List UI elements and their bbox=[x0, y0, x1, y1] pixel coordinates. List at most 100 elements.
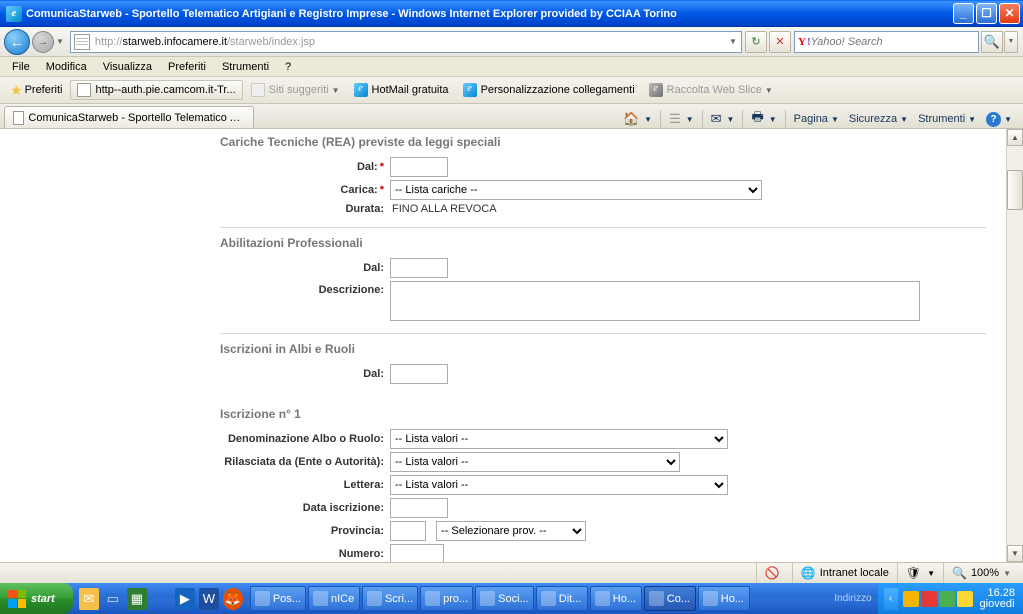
textarea-descrizione[interactable] bbox=[390, 281, 920, 321]
taskbar-task[interactable]: Co... bbox=[644, 586, 696, 611]
label-denominazione: Denominazione Albo o Ruolo: bbox=[220, 433, 390, 445]
input-provincia-code[interactable] bbox=[390, 521, 426, 541]
help-button[interactable]: ?▼ bbox=[981, 110, 1017, 129]
nav-bar: ← → ▼ http://starweb.infocamere.it/starw… bbox=[0, 27, 1023, 57]
status-zoom[interactable]: 🔍 100% ▼ bbox=[943, 563, 1019, 583]
close-button[interactable]: ✕ bbox=[999, 3, 1020, 24]
scroll-track[interactable] bbox=[1007, 146, 1023, 545]
home-button[interactable]: 🏠▼ bbox=[618, 109, 657, 129]
taskbar-task[interactable]: Scri... bbox=[362, 586, 418, 611]
input-dal-2[interactable] bbox=[390, 258, 448, 278]
tray-volume-icon[interactable] bbox=[957, 591, 973, 607]
scroll-up-button[interactable]: ▲ bbox=[1007, 129, 1023, 146]
search-input[interactable] bbox=[811, 33, 978, 51]
link-auth-label: http--auth.pie.camcom.it-Tr... bbox=[95, 84, 235, 96]
select-rilasciata[interactable]: -- Lista valori -- bbox=[390, 452, 680, 472]
select-lettera[interactable]: -- Lista valori -- bbox=[390, 475, 728, 495]
nav-history-dropdown[interactable]: ▼ bbox=[56, 37, 64, 46]
menu-modifica[interactable]: Modifica bbox=[38, 59, 95, 75]
tray-icon[interactable] bbox=[939, 591, 955, 607]
ql-media[interactable]: ▶ bbox=[175, 588, 195, 610]
tray-icon[interactable] bbox=[921, 591, 937, 607]
vertical-scrollbar[interactable]: ▲ ▼ bbox=[1006, 129, 1023, 562]
menu-strumenti[interactable]: Strumenti bbox=[214, 59, 277, 75]
chevron-down-icon: ▼ bbox=[332, 86, 340, 95]
sicurezza-menu[interactable]: Sicurezza▼ bbox=[844, 111, 913, 127]
divider bbox=[220, 227, 986, 228]
task-icon bbox=[703, 591, 718, 606]
forward-button[interactable]: → bbox=[32, 31, 54, 53]
section-iscrizione-1: Iscrizione n° 1 bbox=[220, 407, 986, 421]
content-area: Cariche Tecniche (REA) previste da leggi… bbox=[0, 129, 1023, 562]
label-carica: Carica:* bbox=[220, 184, 390, 196]
scroll-down-button[interactable]: ▼ bbox=[1007, 545, 1023, 562]
link-siti-suggeriti[interactable]: Siti suggeriti ▼ bbox=[245, 81, 346, 99]
status-zone-label: Intranet locale bbox=[820, 567, 889, 579]
input-dal-3[interactable] bbox=[390, 364, 448, 384]
ql-firefox[interactable]: 🦊 bbox=[223, 588, 243, 610]
minimize-button[interactable]: _ bbox=[953, 3, 974, 24]
strumenti-menu[interactable]: Strumenti▼ bbox=[913, 111, 981, 127]
ql-outlook[interactable]: ✉ bbox=[79, 588, 99, 610]
search-bar[interactable]: Y! bbox=[794, 31, 979, 53]
link-raccolta[interactable]: Raccolta Web Slice ▼ bbox=[643, 81, 779, 99]
menu-preferiti[interactable]: Preferiti bbox=[160, 59, 214, 75]
tab-active[interactable]: ComunicaStarweb - Sportello Telematico A… bbox=[4, 106, 254, 128]
select-carica[interactable]: -- Lista cariche -- bbox=[390, 180, 762, 200]
input-dal[interactable] bbox=[390, 157, 448, 177]
ql-excel[interactable]: ▦ bbox=[127, 588, 147, 610]
label-dal-3: Dal: bbox=[220, 368, 390, 380]
status-popup-blocked[interactable]: 🚫 bbox=[756, 563, 792, 583]
taskbar-task[interactable]: Ho... bbox=[590, 586, 642, 611]
menu-help[interactable]: ? bbox=[277, 59, 299, 75]
taskbar-task[interactable]: pro... bbox=[420, 586, 473, 611]
back-button[interactable]: ← bbox=[4, 29, 30, 55]
window-titlebar: ComunicaStarweb - Sportello Telematico A… bbox=[0, 0, 1023, 27]
show-hidden-icons[interactable]: ‹ bbox=[884, 588, 898, 610]
favorites-button[interactable]: ★ Preferiti bbox=[4, 80, 68, 101]
label-dal: Dal:* bbox=[220, 161, 390, 173]
search-button[interactable]: 🔍 bbox=[981, 31, 1003, 53]
select-denominazione[interactable]: -- Lista valori -- bbox=[390, 429, 728, 449]
window-title: ComunicaStarweb - Sportello Telematico A… bbox=[26, 8, 677, 20]
link-personalizzazione[interactable]: Personalizzazione collegamenti bbox=[457, 81, 641, 99]
ql-word[interactable]: W bbox=[199, 588, 219, 610]
start-button[interactable]: start bbox=[0, 583, 73, 614]
taskbar: start ✉ ▭ ▦ ▶ W 🦊 Pos...nICeScri... pro..… bbox=[0, 583, 1023, 614]
url-text[interactable]: http://starweb.infocamere.it/starweb/ind… bbox=[93, 36, 725, 48]
taskbar-task[interactable]: Soci... bbox=[475, 586, 534, 611]
refresh-button[interactable]: ↻ bbox=[745, 31, 767, 53]
ie-icon bbox=[6, 6, 22, 22]
taskbar-task[interactable]: Dit... bbox=[536, 586, 588, 611]
stop-button[interactable]: ✕ bbox=[769, 31, 791, 53]
menu-visualizza[interactable]: Visualizza bbox=[95, 59, 160, 75]
address-bar[interactable]: http://starweb.infocamere.it/starweb/ind… bbox=[70, 31, 742, 53]
maximize-button[interactable]: ☐ bbox=[976, 3, 997, 24]
taskbar-task[interactable]: nICe bbox=[308, 586, 360, 611]
link-pers-label: Personalizzazione collegamenti bbox=[481, 84, 635, 96]
menu-file[interactable]: File bbox=[4, 59, 38, 75]
ql-desktop[interactable]: ▭ bbox=[103, 588, 123, 610]
taskbar-task[interactable]: Pos... bbox=[250, 586, 306, 611]
link-hotmail[interactable]: HotMail gratuita bbox=[348, 81, 455, 99]
clock-time: 16.28 bbox=[980, 588, 1015, 599]
mail-button[interactable]: ✉▼ bbox=[706, 109, 740, 129]
search-options-dropdown[interactable]: ▼ bbox=[1004, 31, 1018, 53]
address-dropdown[interactable]: ▼ bbox=[725, 37, 741, 46]
status-protected-mode[interactable]: 🛡▼ bbox=[897, 563, 943, 583]
feeds-button[interactable]: ☰▼ bbox=[664, 109, 699, 129]
divider bbox=[220, 333, 986, 334]
scroll-thumb[interactable] bbox=[1007, 170, 1023, 210]
ql-ie[interactable] bbox=[151, 588, 171, 610]
input-data-iscrizione[interactable] bbox=[390, 498, 448, 518]
section-cariche-tecniche: Cariche Tecniche (REA) previste da leggi… bbox=[220, 135, 986, 149]
clock[interactable]: 16.28 giovedì bbox=[980, 588, 1015, 610]
select-provincia[interactable]: -- Selezionare prov. -- bbox=[436, 521, 586, 541]
link-auth[interactable]: http--auth.pie.camcom.it-Tr... bbox=[70, 80, 242, 100]
taskbar-task[interactable]: Ho... bbox=[698, 586, 750, 611]
input-numero[interactable] bbox=[390, 544, 444, 562]
quick-launch: ✉ ▭ ▦ ▶ W 🦊 bbox=[73, 588, 249, 610]
pagina-menu[interactable]: Pagina▼ bbox=[789, 111, 844, 127]
tray-icon[interactable] bbox=[903, 591, 919, 607]
task-label: pro... bbox=[443, 593, 468, 605]
